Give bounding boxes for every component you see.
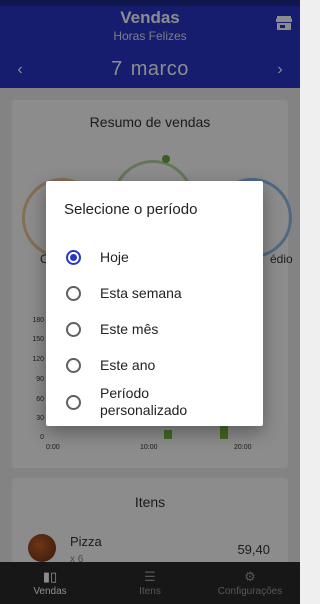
option-este-ano[interactable]: Este ano [46,351,263,381]
radio-hoje[interactable] [66,250,81,265]
option-label: Este mês [100,321,159,337]
option-label-line1: Período [100,385,150,401]
option-label: Este ano [100,357,156,373]
option-label: Esta semana [100,285,182,301]
radio-este-mes[interactable] [66,322,81,337]
option-label: Período personalizado [100,385,187,419]
option-label: Hoje [100,249,129,265]
option-hoje[interactable]: Hoje [46,243,263,273]
radio-periodo-personalizado[interactable] [66,395,81,410]
option-periodo-personalizado[interactable]: Período personalizado [46,385,263,421]
option-label-line2: personalizado [100,402,188,418]
option-esta-semana[interactable]: Esta semana [46,279,263,309]
option-este-mes[interactable]: Este mês [46,315,263,345]
radio-esta-semana[interactable] [66,286,81,301]
option-hoje[interactable] [46,423,263,453]
period-options: Hoje Esta semana Este mês Este ano Perío… [46,181,263,426]
radio-este-ano[interactable] [66,358,81,373]
